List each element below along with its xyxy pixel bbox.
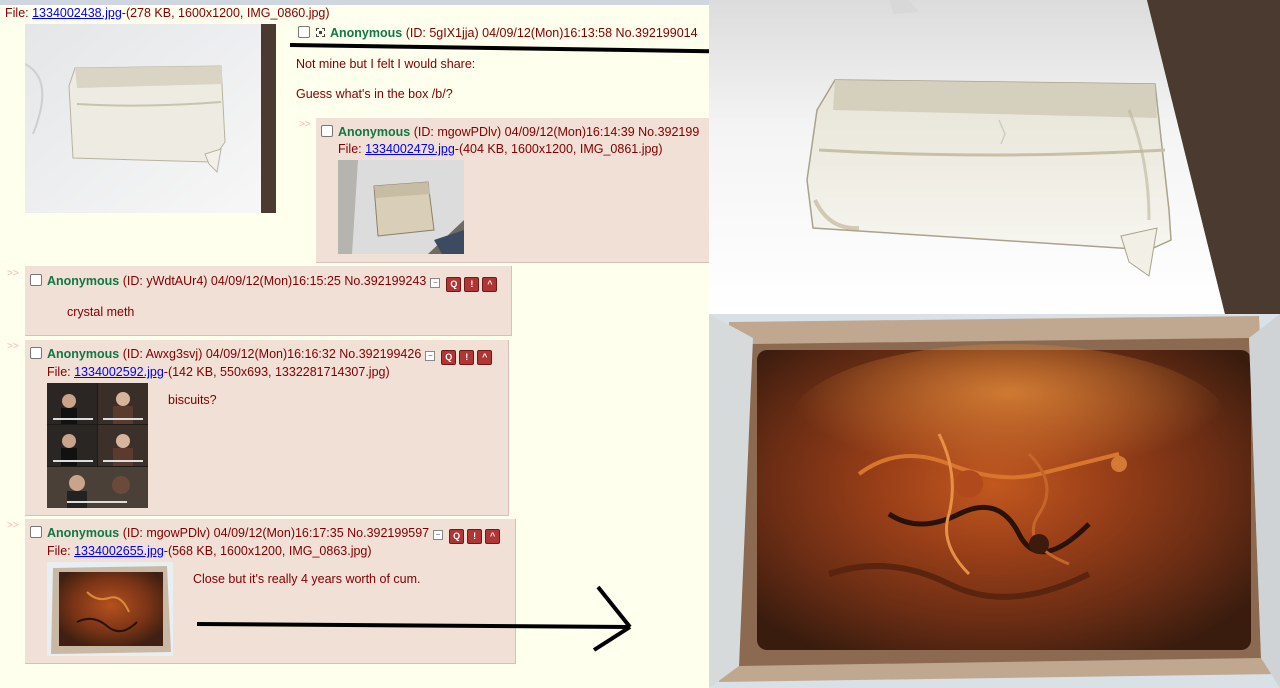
annotation-arrow-top [289, 12, 760, 74]
full-image-closed-box [709, 0, 1280, 314]
full-image-opened-box [709, 314, 1280, 688]
annotation-arrow-bottom [196, 585, 632, 652]
